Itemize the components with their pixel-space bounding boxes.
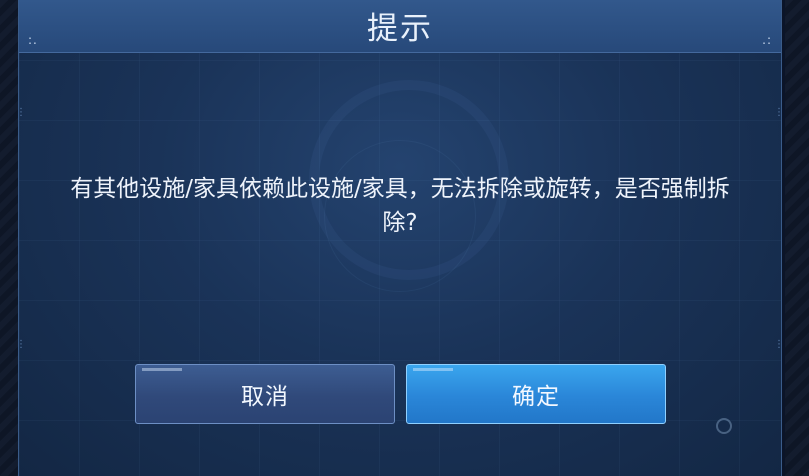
button-decoration bbox=[142, 368, 182, 371]
side-mark-icon: ⋮ bbox=[774, 339, 781, 350]
side-mark-icon: ⋮ bbox=[19, 107, 26, 118]
background-right-edge bbox=[785, 0, 809, 476]
cancel-button-label: 取消 bbox=[241, 384, 289, 410]
dialog-message: 有其他设施/家具依赖此设施/家具，无法拆除或旋转，是否强制拆除? bbox=[70, 176, 730, 236]
dialog-title-bar: 提示 :. .: bbox=[19, 0, 781, 53]
button-decoration bbox=[413, 368, 453, 371]
corner-dots-right: .: bbox=[762, 33, 772, 47]
magnifier-icon bbox=[716, 418, 732, 434]
side-mark-icon: ⋮ bbox=[19, 339, 26, 350]
corner-dots-left: :. bbox=[28, 33, 38, 47]
confirm-button-label: 确定 bbox=[512, 384, 560, 410]
side-mark-icon: ⋮ bbox=[774, 107, 781, 118]
dialog-title: 提示 bbox=[367, 11, 433, 47]
confirm-button[interactable]: 确定 bbox=[406, 364, 666, 424]
confirm-dialog: 提示 :. .: ⋮ ⋮ ⋮ ⋮ 有其他设施/家具依赖此设施/家具，无法拆除或旋… bbox=[18, 0, 782, 476]
cancel-button[interactable]: 取消 bbox=[135, 364, 395, 424]
